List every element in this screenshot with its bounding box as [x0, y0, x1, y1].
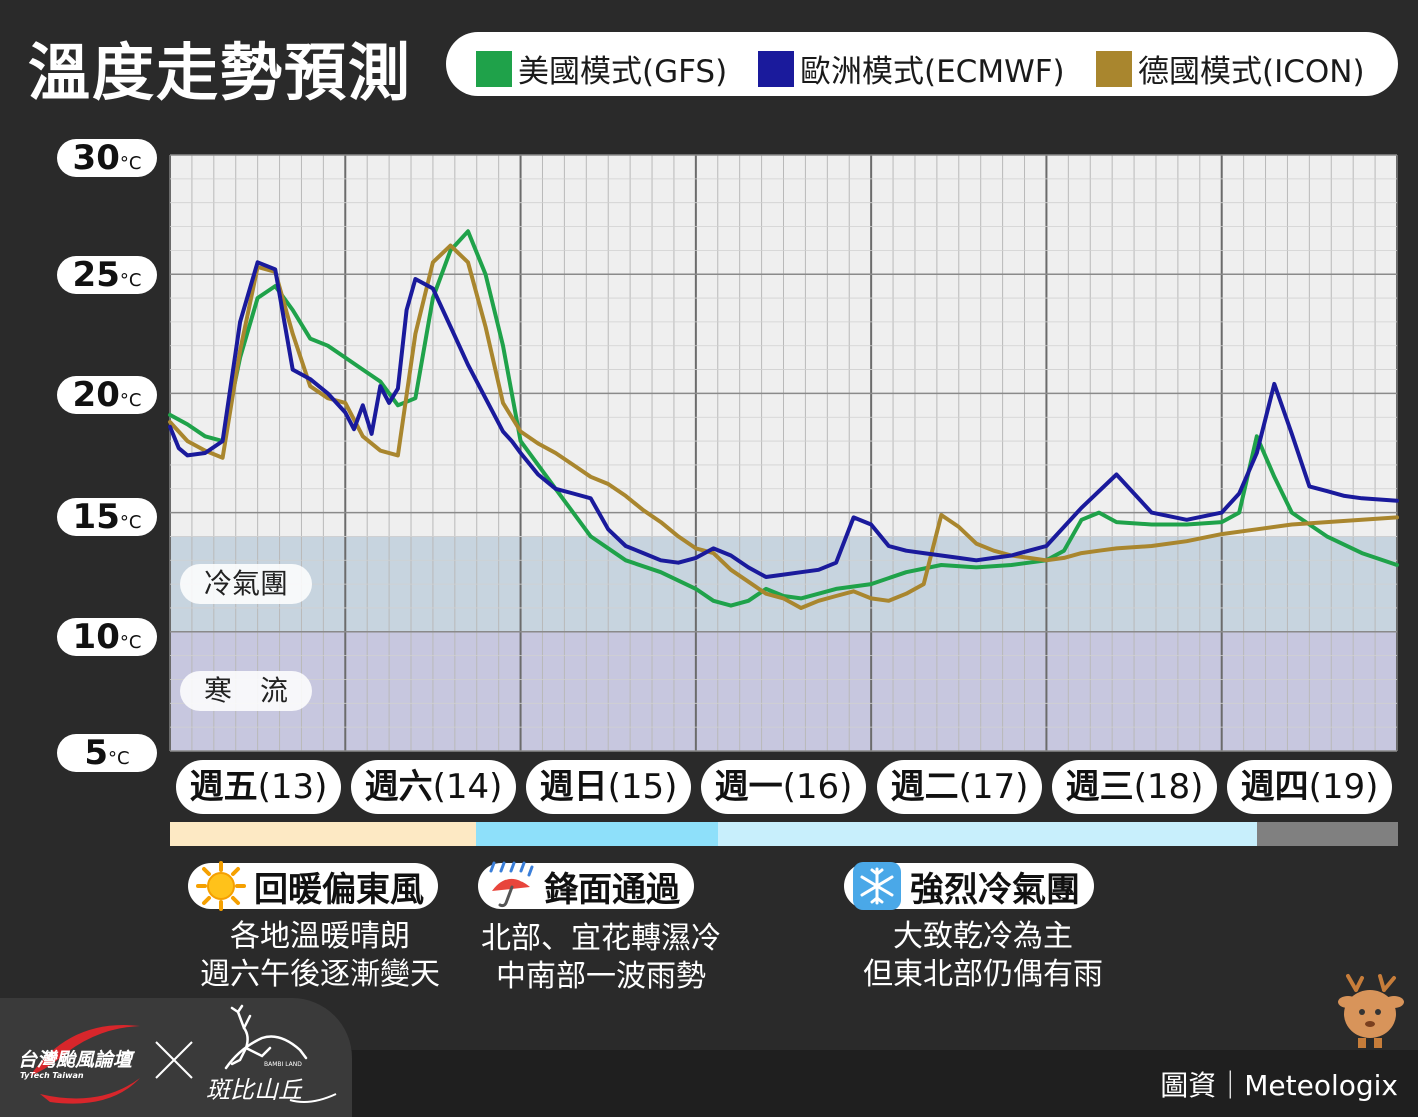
- bambi-land-deer-icon: [224, 1004, 308, 1070]
- phase-bar-segment: [170, 822, 476, 846]
- phase-title-front: 鋒面通過: [544, 869, 680, 910]
- tytech-logo-subtext: TyTech Taiwan: [20, 1071, 84, 1080]
- bambi-land-logo-text: 斑比山丘: [206, 1076, 303, 1104]
- y-tick-25: 25°C: [57, 256, 157, 294]
- logo-panel: 台灣颱風論壇 TyTech Taiwan BAMBI LAND 斑比山丘: [0, 998, 352, 1117]
- collab-cross-icon: [155, 1041, 193, 1079]
- day-label-sun: 週日(15): [526, 760, 691, 814]
- phase-cold: 強烈冷氣團: [844, 862, 1094, 910]
- phase-bar-segment: [476, 822, 718, 846]
- day-label-fri: 週五(13): [176, 760, 341, 814]
- mascot-deer-icon: [1338, 974, 1404, 1048]
- tytech-logo-text: 台灣颱風論壇: [18, 1049, 135, 1071]
- zone-label-cold-air: 冷氣團: [180, 564, 312, 604]
- y-tick-20: 20°C: [57, 376, 157, 414]
- phase-warming: 回暖偏東風: [188, 861, 438, 911]
- phase-title-cold: 強烈冷氣團: [910, 869, 1080, 910]
- y-tick-10: 10°C: [57, 618, 157, 656]
- phase-bar-segment: [718, 822, 1257, 846]
- day-label-thu: 週四(19): [1227, 760, 1392, 814]
- day-label-wed: 週三(18): [1052, 760, 1217, 814]
- phase-desc-warming: 各地溫暖晴朗 週六午後逐漸變天: [200, 919, 440, 992]
- phase-front: 鋒面通過: [478, 861, 694, 910]
- day-label-sat: 週六(14): [351, 760, 516, 814]
- phase-bar-segment: [1257, 822, 1398, 846]
- umbrella-rain-icon: [489, 861, 534, 908]
- data-source-credit: 圖資｜Meteologix: [1160, 1069, 1398, 1102]
- phase-title-warming: 回暖偏東風: [254, 869, 424, 910]
- y-tick-15: 15°C: [57, 498, 157, 536]
- y-tick-5: 5°C: [57, 734, 157, 772]
- bambi-land-subtext: BAMBI LAND: [264, 1061, 302, 1068]
- infographic: 溫度走勢預測 美國模式(GFS) 歐洲模式(ECMWF) 德國模式(ICON) …: [0, 0, 1418, 1117]
- sun-icon: [196, 861, 246, 911]
- y-tick-30: 30°C: [57, 139, 157, 177]
- day-label-tue: 週二(17): [877, 760, 1042, 814]
- snowflake-icon: [853, 862, 901, 910]
- phase-desc-front: 北部、宜花轉濕冷 中南部一波雨勢: [481, 921, 721, 994]
- logos: 台灣颱風論壇 TyTech Taiwan BAMBI LAND 斑比山丘: [18, 1004, 337, 1104]
- zone-label-cold-surge: 寒 流: [180, 671, 312, 711]
- day-label-mon: 週一(16): [701, 760, 866, 814]
- phase-desc-cold: 大致乾冷為主 但東北部仍偶有雨: [863, 919, 1103, 992]
